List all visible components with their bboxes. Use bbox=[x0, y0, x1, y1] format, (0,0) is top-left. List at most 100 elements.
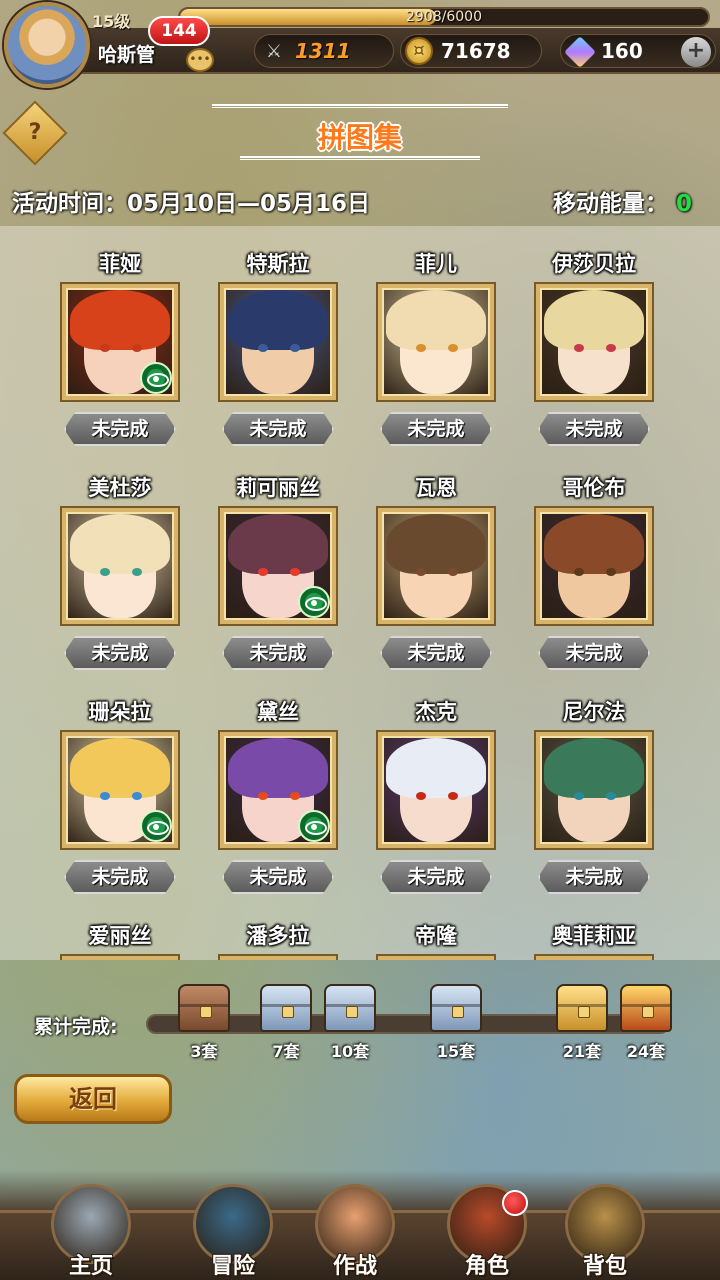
treasure-chest-icon[interactable] bbox=[260, 984, 312, 1032]
puzzle-card[interactable]: 潘多拉 bbox=[198, 898, 358, 960]
milestone-label: 24套 bbox=[626, 1042, 666, 1061]
treasure-chest-icon[interactable] bbox=[430, 984, 482, 1032]
reward-milestone[interactable]: 3套 bbox=[176, 984, 232, 1062]
treasure-chest-icon[interactable] bbox=[556, 984, 608, 1032]
portrait-hair bbox=[544, 738, 644, 798]
rainbow-gem-icon bbox=[564, 36, 596, 68]
puzzle-card[interactable]: 哥伦布 未完成 bbox=[514, 450, 674, 674]
character-portrait[interactable] bbox=[62, 284, 178, 400]
character-portrait[interactable] bbox=[536, 284, 652, 400]
crossed-swords-icon: ⚔ bbox=[265, 41, 283, 62]
status-incomplete-tag: 未完成 bbox=[380, 412, 492, 446]
character-portrait[interactable] bbox=[62, 732, 178, 848]
character-portrait[interactable] bbox=[220, 508, 336, 624]
reward-milestone[interactable]: 21套 bbox=[554, 984, 610, 1062]
portrait-eye bbox=[574, 344, 584, 352]
character-portrait[interactable] bbox=[378, 732, 494, 848]
status-incomplete-tag: 未完成 bbox=[222, 636, 334, 670]
character-portrait[interactable] bbox=[536, 732, 652, 848]
milestone-label: 15套 bbox=[436, 1042, 476, 1061]
treasure-chest-icon[interactable] bbox=[324, 984, 376, 1032]
portrait-eye bbox=[448, 344, 458, 352]
portrait-eye bbox=[132, 792, 142, 800]
reward-milestone[interactable]: 24套 bbox=[618, 984, 674, 1062]
milestone-label: 7套 bbox=[272, 1042, 300, 1061]
milestone-label: 3套 bbox=[190, 1042, 218, 1061]
status-incomplete-tag: 未完成 bbox=[64, 860, 176, 894]
portrait-hair bbox=[228, 290, 328, 350]
bottom-navigation: 主页 冒险 作战 角色 背包 bbox=[0, 1170, 720, 1280]
puzzle-card[interactable]: 菲娅 未完成 bbox=[40, 226, 200, 450]
eye-view-icon[interactable] bbox=[298, 586, 330, 618]
title-ornament-bottom bbox=[240, 156, 480, 160]
puzzle-card[interactable]: 莉可丽丝 未完成 bbox=[198, 450, 358, 674]
card-name: 珊朵拉 bbox=[88, 700, 152, 724]
gold-display: ¤ 71678 bbox=[400, 34, 542, 68]
portrait-eye bbox=[258, 568, 268, 576]
puzzle-card[interactable]: 伊莎贝拉 未完成 bbox=[514, 226, 674, 450]
puzzle-card[interactable]: 特斯拉 未完成 bbox=[198, 226, 358, 450]
gem-display: 160 + bbox=[560, 34, 716, 68]
character-portrait[interactable] bbox=[536, 508, 652, 624]
puzzle-card[interactable]: 瓦恩 未完成 bbox=[356, 450, 516, 674]
status-incomplete-tag: 未完成 bbox=[538, 860, 650, 894]
puzzle-card[interactable]: 杰克 未完成 bbox=[356, 674, 516, 898]
eye-view-icon[interactable] bbox=[140, 362, 172, 394]
back-button[interactable]: 返回 bbox=[14, 1074, 172, 1124]
character-portrait[interactable] bbox=[220, 732, 336, 848]
chat-bubble-icon[interactable]: ••• bbox=[186, 48, 214, 72]
message-count-badge[interactable]: 144 bbox=[148, 16, 210, 46]
top-bar: 15级 2908/6000 哈斯管 144 ••• ⚔ 1311 ¤ 71678… bbox=[0, 0, 720, 96]
character-portrait[interactable] bbox=[378, 508, 494, 624]
reward-milestone[interactable]: 10套 bbox=[322, 984, 378, 1062]
treasure-chest-icon[interactable] bbox=[620, 984, 672, 1032]
character-portrait[interactable] bbox=[62, 508, 178, 624]
card-name: 特斯拉 bbox=[246, 252, 310, 276]
portrait-eye bbox=[132, 568, 142, 576]
nav-item[interactable]: 背包 bbox=[550, 1184, 660, 1280]
puzzle-card[interactable]: 尼尔法 未完成 bbox=[514, 674, 674, 898]
eye-view-icon[interactable] bbox=[298, 810, 330, 842]
nav-item[interactable]: 角色 bbox=[432, 1184, 542, 1280]
nav-item[interactable]: 冒险 bbox=[178, 1184, 288, 1280]
status-incomplete-tag: 未完成 bbox=[64, 636, 176, 670]
combat-power-value: 1311 bbox=[295, 39, 351, 63]
puzzle-card[interactable]: 奥菲莉亚 bbox=[514, 898, 674, 960]
move-energy: 移动能量： 0 bbox=[553, 184, 692, 218]
card-name: 尼尔法 bbox=[562, 700, 626, 724]
puzzle-card[interactable]: 爱丽丝 bbox=[40, 898, 200, 960]
puzzle-card[interactable]: 珊朵拉 未完成 bbox=[40, 674, 200, 898]
nav-item[interactable]: 主页 bbox=[36, 1184, 146, 1280]
puzzle-card[interactable]: 菲儿 未完成 bbox=[356, 226, 516, 450]
card-name: 爱丽丝 bbox=[88, 924, 152, 948]
reward-milestone[interactable]: 15套 bbox=[428, 984, 484, 1062]
status-incomplete-tag: 未完成 bbox=[380, 636, 492, 670]
portrait-eye bbox=[606, 344, 616, 352]
reward-milestone[interactable]: 7套 bbox=[258, 984, 314, 1062]
portrait-hair bbox=[386, 738, 486, 798]
character-portrait[interactable] bbox=[378, 284, 494, 400]
puzzle-card[interactable]: 黛丝 未完成 bbox=[198, 674, 358, 898]
page-title: 拼图集 bbox=[317, 121, 402, 154]
nav-item[interactable]: 作战 bbox=[300, 1184, 410, 1280]
card-name: 黛丝 bbox=[257, 700, 299, 724]
portrait-eye bbox=[416, 344, 426, 352]
xp-bar: 2908/6000 bbox=[178, 7, 710, 27]
card-name: 潘多拉 bbox=[246, 924, 310, 948]
treasure-chest-icon[interactable] bbox=[178, 984, 230, 1032]
character-portrait[interactable] bbox=[220, 284, 336, 400]
eye-view-icon[interactable] bbox=[140, 810, 172, 842]
portrait-eye bbox=[290, 344, 300, 352]
puzzle-card[interactable]: 美杜莎 未完成 bbox=[40, 450, 200, 674]
card-name: 杰克 bbox=[415, 700, 457, 724]
status-incomplete-tag: 未完成 bbox=[380, 860, 492, 894]
puzzle-card[interactable]: 帝隆 bbox=[356, 898, 516, 960]
player-avatar[interactable] bbox=[4, 2, 90, 88]
card-name: 菲娅 bbox=[99, 252, 141, 276]
gem-value: 160 bbox=[601, 39, 643, 63]
puzzle-card-grid[interactable]: 菲娅 未完成 特斯拉 未完成 菲儿 未完成 伊莎贝拉 未完成 美杜莎 未完成 莉可丽丝 未完成 瓦恩 未完… bbox=[0, 226, 720, 960]
add-gems-button[interactable]: + bbox=[681, 37, 711, 67]
player-level: 15级 bbox=[92, 12, 131, 31]
card-name: 菲儿 bbox=[415, 252, 457, 276]
portrait-eye bbox=[100, 344, 110, 352]
